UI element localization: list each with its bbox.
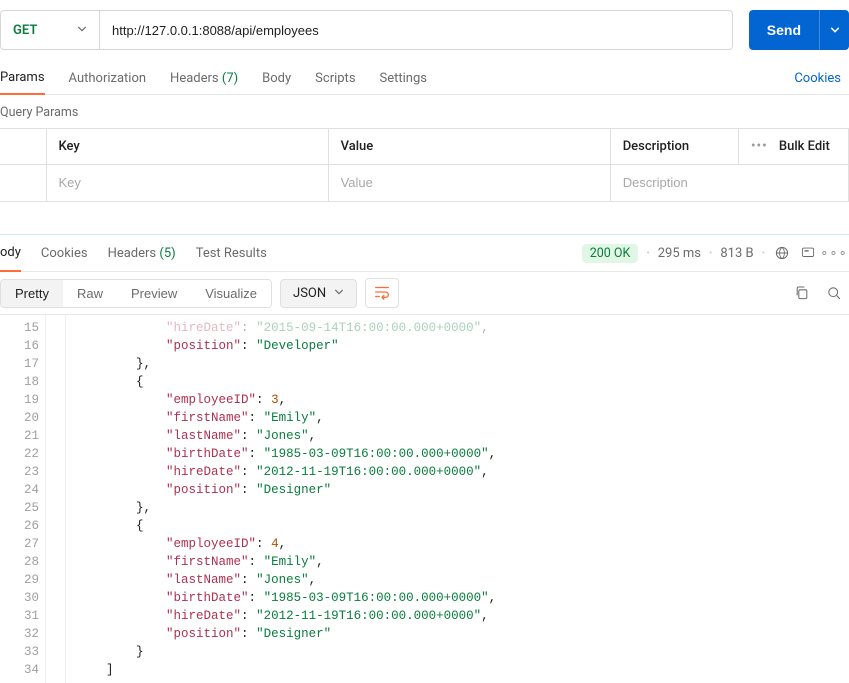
tab-headers-label: Headers — [170, 71, 219, 86]
copy-icon[interactable] — [793, 284, 811, 302]
send-button[interactable]: Send — [749, 10, 819, 50]
response-tab-test-results[interactable]: Test Results — [196, 236, 267, 271]
raw-button[interactable]: Raw — [63, 280, 117, 307]
code-content[interactable]: "hireDate": "2015-09-14T16:00:00.000+000… — [66, 315, 849, 683]
chevron-down-icon — [77, 23, 87, 38]
globe-icon[interactable] — [773, 244, 791, 262]
key-header: Key — [46, 129, 328, 165]
value-input[interactable] — [341, 175, 598, 190]
tab-settings[interactable]: Settings — [380, 63, 427, 94]
response-size: 813 B — [720, 246, 753, 261]
http-method-select[interactable]: GET — [0, 10, 100, 50]
url-input[interactable] — [100, 10, 733, 50]
tab-authorization[interactable]: Authorization — [69, 63, 147, 94]
line-number-gutter: 1516171819202122232425262728293031323334 — [0, 315, 46, 683]
format-label: JSON — [293, 286, 326, 301]
response-headers-label: Headers — [108, 246, 157, 261]
chevron-down-icon — [334, 286, 344, 301]
http-method-label: GET — [13, 23, 37, 38]
chevron-down-icon — [830, 23, 840, 38]
separator-dot: • — [709, 248, 712, 259]
response-tab-body[interactable]: ody — [0, 235, 21, 272]
preview-button[interactable]: Preview — [117, 280, 191, 307]
response-time: 295 ms — [658, 246, 701, 261]
tab-scripts[interactable]: Scripts — [315, 63, 355, 94]
key-input[interactable] — [59, 175, 316, 190]
response-tab-headers[interactable]: Headers (5) — [108, 236, 176, 271]
cookies-link[interactable]: Cookies — [786, 63, 849, 94]
checkbox-header — [0, 129, 46, 165]
wrap-icon — [373, 283, 391, 304]
query-params-table: Key Value Description ••• Bulk Edit — [0, 128, 849, 202]
tab-params[interactable]: Params — [0, 62, 45, 95]
more-dots-icon[interactable]: ••• — [751, 139, 768, 154]
separator-dot: • — [646, 248, 649, 259]
more-options-icon[interactable]: ∘∘∘ — [825, 244, 843, 262]
send-dropdown-button[interactable] — [819, 10, 849, 50]
tab-body[interactable]: Body — [262, 63, 291, 94]
response-headers-count: (5) — [159, 246, 175, 261]
response-body-code[interactable]: 1516171819202122232425262728293031323334… — [0, 314, 849, 683]
tab-headers[interactable]: Headers (7) — [170, 63, 238, 94]
fold-gutter — [46, 315, 66, 683]
visualize-button[interactable]: Visualize — [191, 280, 271, 307]
value-header: Value — [328, 129, 610, 165]
search-icon[interactable] — [825, 284, 843, 302]
query-params-title: Query Params — [0, 95, 849, 128]
bulk-edit-header[interactable]: ••• Bulk Edit — [739, 129, 849, 165]
description-header: Description — [610, 129, 738, 165]
status-badge: 200 OK — [582, 244, 639, 263]
tab-headers-count: (7) — [222, 71, 238, 86]
wrap-lines-button[interactable] — [365, 278, 399, 308]
save-response-icon[interactable] — [799, 244, 817, 262]
response-tab-cookies[interactable]: Cookies — [41, 236, 88, 271]
format-select[interactable]: JSON — [280, 279, 357, 308]
separator-dot: • — [762, 248, 765, 259]
description-input[interactable] — [623, 175, 836, 190]
pretty-button[interactable]: Pretty — [1, 280, 63, 307]
view-mode-segment: Pretty Raw Preview Visualize — [0, 279, 272, 308]
query-param-row — [0, 165, 849, 202]
